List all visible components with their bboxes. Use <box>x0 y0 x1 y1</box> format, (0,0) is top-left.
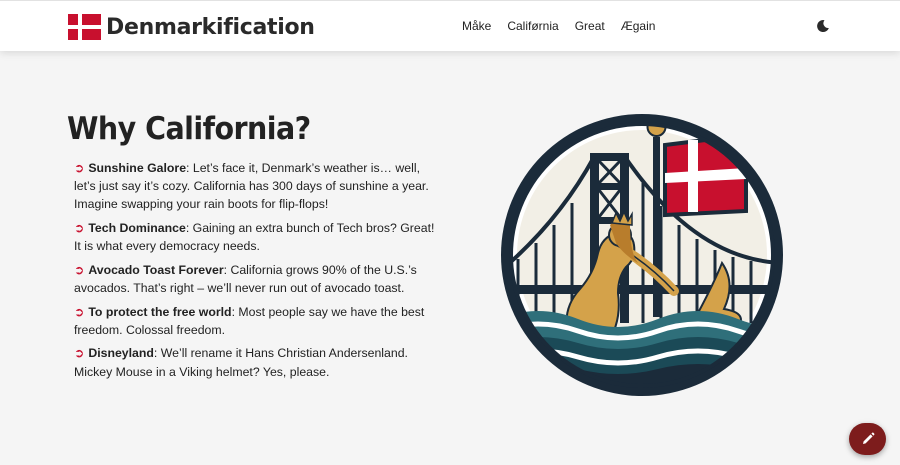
curved-arrow-icon: ➲ <box>74 304 85 319</box>
list-item: ➲ To protect the free world: Most people … <box>74 303 444 339</box>
moon-icon[interactable] <box>816 19 830 33</box>
list-item: ➲ Disneyland: We’ll rename it Hans Christ… <box>74 344 444 380</box>
list-item: ➲ Tech Dominance: Gaining an extra bunch … <box>74 219 444 255</box>
reasons-list: ➲ Sunshine Galore: Let’s face it, Denmark… <box>74 159 444 386</box>
nav-link-again[interactable]: Ægain <box>621 19 656 33</box>
curved-arrow-icon: ➲ <box>74 262 85 277</box>
nav-link-great[interactable]: Great <box>575 19 605 33</box>
reason-title: To protect the free world <box>88 304 232 319</box>
reason-title: Disneyland <box>88 346 154 361</box>
mermaid-bridge-emblem <box>501 114 783 396</box>
curved-arrow-icon: ➲ <box>74 161 85 175</box>
brand-logo-link[interactable]: Denmarkification <box>68 14 315 40</box>
brand-name: Denmarkification <box>106 14 315 40</box>
danish-flag-icon <box>68 14 101 40</box>
list-item: ➲ Sunshine Galore: Let’s face it, Denmark… <box>74 159 444 214</box>
reason-title: Avocado Toast Forever <box>88 262 224 277</box>
curved-arrow-icon: ➲ <box>74 346 85 361</box>
reason-title: Tech Dominance <box>88 221 186 235</box>
nav-link-california[interactable]: Califørnia <box>507 19 558 33</box>
reason-title: Sunshine Galore <box>88 161 187 175</box>
main-nav: Måke Califørnia Great Ægain <box>462 19 671 33</box>
pencil-icon <box>862 432 874 444</box>
page-heading: Why California? <box>67 111 311 147</box>
edit-button[interactable] <box>849 423 886 455</box>
curved-arrow-icon: ➲ <box>74 221 85 235</box>
navbar: Denmarkification Måke Califørnia Great Æ… <box>0 0 900 51</box>
nav-link-make[interactable]: Måke <box>462 19 491 33</box>
list-item: ➲ Avocado Toast Forever: California grows… <box>74 261 444 297</box>
